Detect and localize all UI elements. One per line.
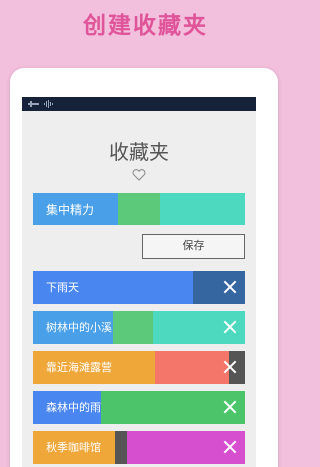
save-button[interactable]: 保存 <box>142 234 245 259</box>
close-icon[interactable] <box>223 400 237 414</box>
wave-icon <box>44 100 53 108</box>
favorite-item[interactable]: 靠近海滩露营 <box>33 351 245 384</box>
status-bar <box>22 97 256 111</box>
favorite-name-input[interactable] <box>33 193 245 225</box>
favorite-name-field[interactable] <box>33 193 245 225</box>
favorite-label: 秋季咖啡馆 <box>46 441 101 454</box>
favorite-item[interactable]: 秋季咖啡馆 <box>33 431 245 464</box>
favorite-color-segment <box>193 271 245 304</box>
close-icon[interactable] <box>223 320 237 334</box>
favorite-item[interactable]: 森林中的雨 <box>33 391 245 424</box>
favorite-color-segment <box>113 311 153 344</box>
screen-title: 收藏夹 <box>109 140 169 164</box>
app-screen: 收藏夹 保存 下雨天树林中的小溪靠近海滩露营森林中的雨秋季咖啡馆 <box>22 97 256 467</box>
favorite-label: 树林中的小溪 <box>46 321 112 334</box>
favorite-label: 下雨天 <box>46 281 79 294</box>
promo-title: 创建收藏夹 <box>83 13 208 39</box>
favorite-item[interactable]: 下雨天 <box>33 271 245 304</box>
signal-icon <box>28 101 39 107</box>
close-icon[interactable] <box>223 280 237 294</box>
close-icon[interactable] <box>223 360 237 374</box>
favorite-color-segment <box>155 351 229 384</box>
close-icon[interactable] <box>223 440 237 454</box>
favorite-color-segment <box>115 431 127 464</box>
favorite-item[interactable]: 树林中的小溪 <box>33 311 245 344</box>
heart-outline-icon[interactable] <box>132 169 146 181</box>
favorite-label: 靠近海滩露营 <box>46 361 112 374</box>
favorite-label: 森林中的雨 <box>46 401 101 414</box>
